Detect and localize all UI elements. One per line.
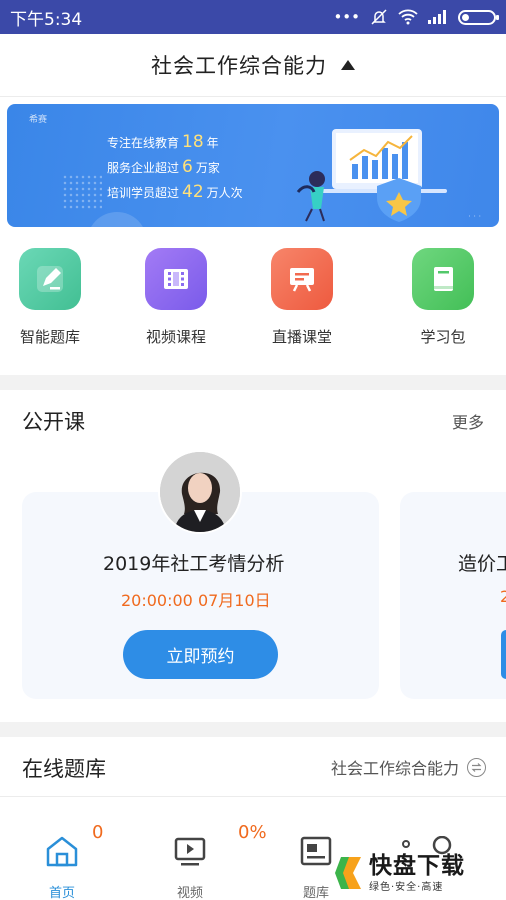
subject-selector[interactable]: 社会工作综合能力 — [0, 34, 506, 97]
caret-up-icon — [341, 60, 355, 70]
public-course-title: 公开课 — [22, 410, 85, 434]
banner-line-3: 培训学员超过 42 万人次 — [107, 182, 243, 202]
quick-item-live-class[interactable]: 直播课堂 — [252, 248, 352, 347]
video-icon — [150, 834, 230, 868]
quick-label: 智能题库 — [19, 328, 80, 346]
mute-icon — [371, 9, 387, 25]
nav-home[interactable]: 首页 — [22, 834, 102, 900]
reserve-button-next[interactable] — [501, 630, 506, 679]
pencil-icon — [19, 248, 81, 310]
banner-logo: 希赛 — [29, 115, 48, 125]
quick-label: 直播课堂 — [271, 328, 332, 346]
quick-item-study-pack[interactable]: 学习包 — [393, 248, 493, 347]
book-icon — [412, 248, 474, 310]
divider — [0, 796, 506, 797]
question-bank-title: 在线题库 — [22, 757, 106, 781]
header-title: 社会工作综合能力 — [151, 54, 327, 78]
more-link[interactable]: 更多 — [452, 409, 484, 433]
bank-subject-label: 社会工作综合能力 — [330, 759, 459, 778]
nav-label: 首页 — [48, 886, 75, 900]
quick-label: 学习包 — [420, 328, 466, 346]
bank-subject-switch[interactable]: 社会工作综合能力 — [331, 755, 486, 779]
course-time: 20:00:00 07月10日 — [121, 591, 271, 610]
live-board-icon — [271, 248, 333, 310]
banner-line-1: 专注在线教育 18 年 — [107, 132, 219, 152]
teacher-avatar — [158, 450, 242, 534]
nav-video[interactable]: 视频 — [150, 834, 230, 900]
film-icon — [145, 248, 207, 310]
status-bar: 下午5:34 ••• — [0, 0, 506, 34]
course-title-next: 造价工 — [458, 553, 506, 575]
quick-label: 视频课程 — [145, 328, 206, 346]
quick-item-video-course[interactable]: 视频课程 — [126, 248, 226, 347]
more-dots-icon: ••• — [333, 8, 360, 26]
swap-icon — [467, 757, 486, 777]
course-card-next[interactable] — [400, 492, 506, 699]
banner-corner-text: · · · — [468, 212, 481, 221]
course-time-next: 2 — [500, 587, 506, 606]
banner-line-2: 服务企业超过 6 万家 — [107, 157, 220, 177]
promo-banner[interactable]: 希赛 专注在线教育 18 年 服务企业超过 6 万家 培训学员超过 42 万人次 · · · — [7, 104, 499, 227]
banner-dots — [62, 174, 102, 209]
watermark-text: 快盘下载 — [369, 852, 465, 879]
wifi-icon — [398, 9, 418, 25]
nav-label: 视频 — [176, 886, 203, 900]
watermark: 快盘下载 绿色·安全·高速 — [333, 850, 503, 896]
home-icon — [22, 834, 102, 868]
course-title: 2019年社工考情分析 — [103, 553, 285, 575]
watermark-logo — [335, 857, 361, 889]
quick-item-question-bank[interactable]: 智能题库 — [0, 248, 100, 347]
banner-illustration — [296, 129, 447, 222]
watermark-subtext: 绿色·安全·高速 — [369, 881, 444, 893]
battery-icon — [458, 9, 499, 25]
banner-decor-circle — [87, 212, 147, 227]
signal-icon — [428, 10, 446, 24]
status-icons: ••• — [333, 8, 499, 26]
reserve-button[interactable]: 立即预约 — [123, 630, 278, 679]
status-time: 下午5:34 — [10, 9, 83, 30]
